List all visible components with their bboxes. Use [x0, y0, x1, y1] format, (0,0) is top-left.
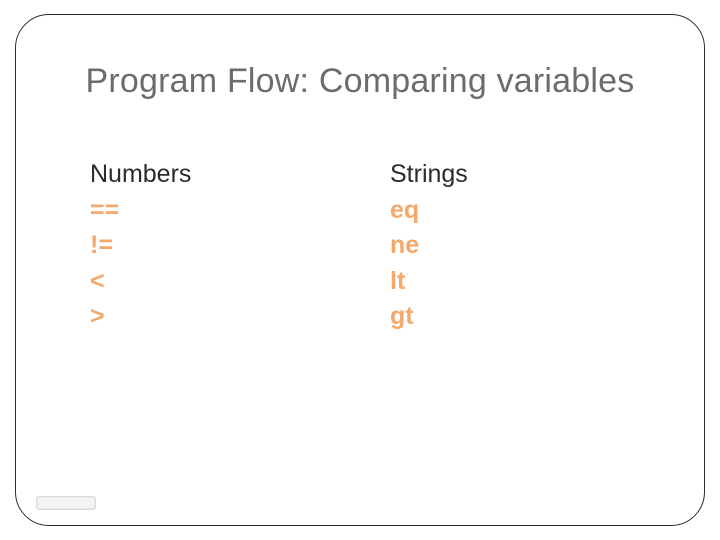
slide-title: Program Flow: Comparing variables [0, 62, 720, 101]
operator-eq-string: eq [390, 195, 610, 226]
content-area: Numbers == != < > Strings eq ne lt gt [90, 160, 660, 332]
page-indicator [36, 496, 96, 510]
operator-lt-string: lt [390, 266, 610, 297]
operator-lt-numeric: < [90, 266, 390, 297]
column-strings: Strings eq ne lt gt [390, 160, 610, 332]
column-heading-strings: Strings [390, 160, 610, 189]
operator-ne-string: ne [390, 230, 610, 261]
column-heading-numbers: Numbers [90, 160, 390, 189]
operator-ne-numeric: != [90, 230, 390, 261]
column-numbers: Numbers == != < > [90, 160, 390, 332]
operator-gt-numeric: > [90, 301, 390, 332]
slide: Program Flow: Comparing variables Number… [0, 0, 720, 540]
operator-eq-numeric: == [90, 195, 390, 226]
operator-gt-string: gt [390, 301, 610, 332]
